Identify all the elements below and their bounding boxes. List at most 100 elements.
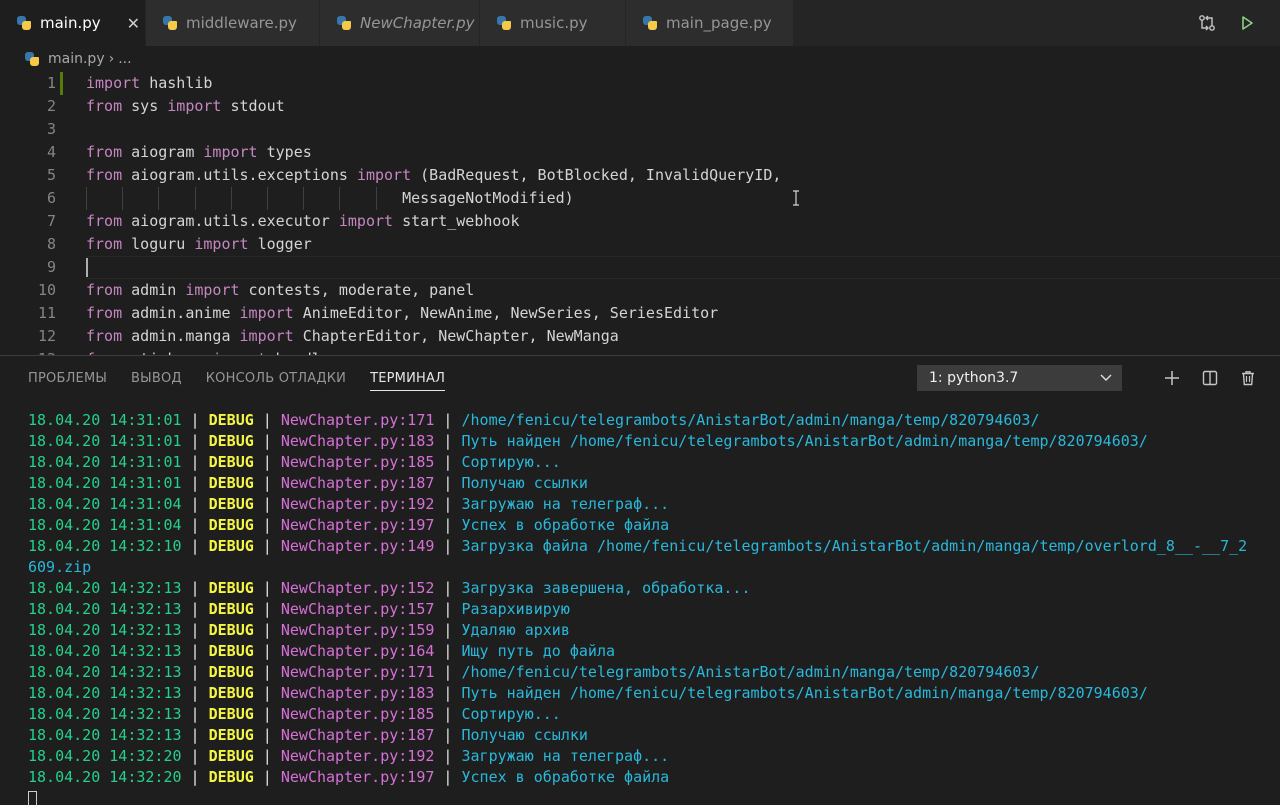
tab-terminal[interactable]: ТЕРМИНАЛ <box>370 356 446 400</box>
code-token: sys <box>122 97 168 115</box>
log-separator: | <box>434 621 462 639</box>
log-timestamp: 18.04.20 14:32:20 <box>28 768 182 786</box>
code-text <box>86 256 1280 279</box>
tab-main-page-py[interactable]: main_page.py <box>626 0 794 46</box>
terminal-line: 18.04.20 14:32:13 | DEBUG | NewChapter.p… <box>28 620 1280 641</box>
log-separator: | <box>253 642 281 660</box>
line-number: 2 <box>46 97 56 115</box>
code-token: admin <box>122 281 186 299</box>
log-level: DEBUG <box>208 453 254 471</box>
line-number: 8 <box>46 235 56 253</box>
tab-newchapter-py[interactable]: NewChapter.py <box>320 0 480 46</box>
code-line[interactable]: 9 <box>0 256 1280 279</box>
code-line[interactable]: 3 <box>0 118 1280 141</box>
code-token: logger <box>248 235 312 253</box>
log-separator: | <box>253 516 281 534</box>
terminal-prompt-line[interactable] <box>28 788 1280 805</box>
log-source: NewChapter.py:197 <box>280 516 435 534</box>
keyword-token: import <box>185 281 240 299</box>
log-separator: | <box>253 684 281 702</box>
code-line[interactable]: 8 from loguru import logger <box>0 233 1280 256</box>
code-text: from aiogram import types <box>86 141 1280 164</box>
keyword-token: import <box>239 304 294 322</box>
line-number: 6 <box>46 189 56 207</box>
log-separator: | <box>434 600 462 618</box>
code-text: from admin import contests, moderate, pa… <box>86 279 1280 302</box>
log-source: NewChapter.py:171 <box>280 411 435 429</box>
trash-icon[interactable] <box>1238 368 1258 388</box>
python-file-icon <box>24 51 40 67</box>
python-file-icon <box>16 15 32 31</box>
code-editor[interactable]: 1 import hashlib 2 from sys import stdout 3 4… <box>0 72 1280 355</box>
code-line[interactable]: 5 from aiogram.utils.exceptions import (B… <box>0 164 1280 187</box>
log-separator: | <box>181 663 209 681</box>
code-line[interactable]: 1 import hashlib <box>0 72 1280 95</box>
terminal-line: 18.04.20 14:32:20 | DEBUG | NewChapter.p… <box>28 767 1280 788</box>
terminal-output[interactable]: 18.04.20 14:31:01 | DEBUG | NewChapter.p… <box>28 410 1280 805</box>
log-separator: | <box>434 516 462 534</box>
log-timestamp: 18.04.20 14:32:13 <box>28 642 182 660</box>
log-separator: | <box>434 495 462 513</box>
code-line[interactable]: 12 from admin.manga import ChapterEditor,… <box>0 325 1280 348</box>
log-separator: | <box>181 726 209 744</box>
terminal-line: 18.04.20 14:31:01 | DEBUG | NewChapter.p… <box>28 431 1280 452</box>
log-timestamp: 18.04.20 14:31:01 <box>28 411 182 429</box>
log-message: Загружаю на телеграф... <box>461 495 670 513</box>
keyword-token: import <box>194 235 249 253</box>
log-separator: | <box>434 642 462 660</box>
python-file-icon <box>336 15 352 31</box>
log-separator: | <box>434 747 462 765</box>
log-separator: | <box>253 705 281 723</box>
run-icon[interactable] <box>1238 14 1256 32</box>
line-number: 5 <box>46 166 56 184</box>
code-line[interactable]: 7 from aiogram.utils.executor import star… <box>0 210 1280 233</box>
log-separator: | <box>434 411 462 429</box>
tab-music-py[interactable]: music.py <box>480 0 626 46</box>
log-message: Получаю ссылки <box>461 726 588 744</box>
tab-label: NewChapter.py <box>360 14 475 32</box>
log-level: DEBUG <box>208 642 254 660</box>
code-line[interactable]: 4 from aiogram import types <box>0 141 1280 164</box>
tab-debug-console[interactable]: КОНСОЛЬ ОТЛАДКИ <box>206 356 346 400</box>
code-line[interactable]: 13 from stickers import handlers <box>0 348 1280 355</box>
line-number: 11 <box>37 304 56 322</box>
tab-main-py[interactable]: main.py ✕ <box>0 0 146 46</box>
log-separator: | <box>434 726 462 744</box>
log-message: Загрузка файла /home/fenicu/telegrambots… <box>461 537 1248 555</box>
code-line[interactable]: 2 from sys import stdout <box>0 95 1280 118</box>
close-icon[interactable]: ✕ <box>127 14 140 33</box>
tab-middleware-py[interactable]: middleware.py <box>146 0 320 46</box>
code-line[interactable]: 6 MessageNotModified) <box>0 187 1280 210</box>
code-text: from stickers import handlers <box>86 348 1280 355</box>
python-file-icon <box>162 15 178 31</box>
keyword-token: import <box>239 327 294 345</box>
log-separator: | <box>181 432 209 450</box>
line-number: 13 <box>0 348 56 355</box>
tab-output[interactable]: ВЫВОД <box>131 356 182 400</box>
log-separator: | <box>434 453 462 471</box>
breadcrumb-file[interactable]: main.py <box>48 51 105 67</box>
log-level: DEBUG <box>208 537 254 555</box>
line-gutter <box>56 164 86 187</box>
keyword-token: import <box>167 97 222 115</box>
split-terminal-icon[interactable] <box>1200 368 1220 388</box>
log-message: Путь найден /home/fenicu/telegrambots/An… <box>461 432 1148 450</box>
log-level: DEBUG <box>208 516 254 534</box>
text-cursor-icon <box>793 190 799 206</box>
code-line[interactable]: 10 from admin import contests, moderate, … <box>0 279 1280 302</box>
tab-problems[interactable]: ПРОБЛЕМЫ <box>28 356 107 400</box>
add-terminal-icon[interactable] <box>1162 368 1182 388</box>
code-token: start_webhook <box>393 212 520 230</box>
log-timestamp: 18.04.20 14:31:01 <box>28 453 182 471</box>
compare-changes-icon[interactable] <box>1198 14 1216 32</box>
log-message: Сортирую... <box>461 453 561 471</box>
log-separator: | <box>181 642 209 660</box>
code-line[interactable]: 11 from admin.anime import AnimeEditor, N… <box>0 302 1280 325</box>
code-token: stdout <box>221 97 285 115</box>
keyword-token: from <box>86 281 123 299</box>
terminal-select[interactable]: 1: python3.7 <box>917 365 1122 391</box>
breadcrumb-symbol[interactable]: ... <box>118 51 131 67</box>
code-token: ChapterEditor, NewChapter, NewManga <box>293 327 619 345</box>
log-separator: | <box>181 411 209 429</box>
